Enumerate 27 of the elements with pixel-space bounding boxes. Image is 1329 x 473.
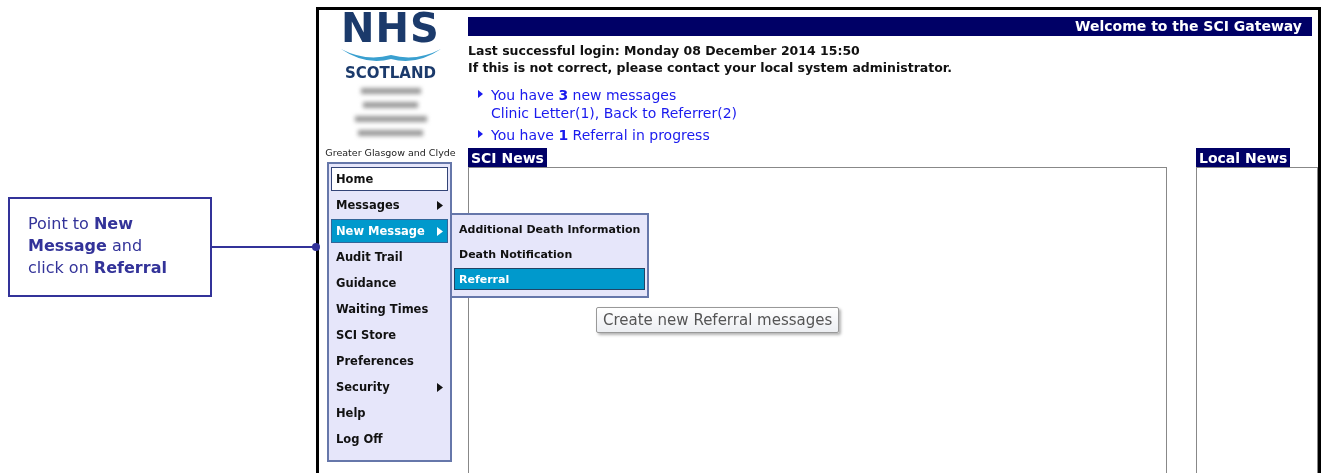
bullet-icon (478, 130, 483, 138)
logo-title: NHS (341, 10, 440, 46)
menu-item[interactable]: Messages (331, 193, 448, 217)
panel-title: Local News (1196, 148, 1291, 167)
tooltip: Create new Referral messages (596, 307, 840, 333)
menu-item[interactable]: Guidance (331, 271, 448, 295)
menu-item[interactable]: Preferences (331, 349, 448, 373)
header-bar: Welcome to the SCI Gateway (468, 17, 1312, 36)
instruction-callout: Point to New Message and click on Referral (8, 197, 212, 297)
menu-item[interactable]: Help (331, 401, 448, 425)
submenu-item[interactable]: Additional Death Information (454, 218, 646, 240)
menu-item[interactable]: Waiting Times (331, 297, 448, 321)
menu-item[interactable]: Audit Trail (331, 245, 448, 269)
notification-link[interactable]: You have 1 Referral in progress (491, 126, 710, 144)
bullet-icon (478, 90, 483, 98)
notification-link[interactable]: Clinic Letter(1), Back to Referrer(2) (491, 104, 738, 122)
submenu-item[interactable]: Death Notification (454, 243, 646, 265)
menu-item[interactable]: Security (331, 375, 448, 399)
notification-link[interactable]: You have 3 new messages (491, 86, 738, 104)
menu-item[interactable]: Home (331, 167, 448, 191)
logo-subtitle: SCOTLAND (345, 64, 436, 82)
login-notice: If this is not correct, please contact your local system administrator. (468, 59, 953, 76)
login-notice: Last successful login: Monday 08 December 2014 15:50 (468, 42, 861, 59)
health-board-label: Greater Glasgow and Clyde (325, 147, 456, 158)
panel-title: SCI News (468, 148, 547, 167)
menu-item[interactable]: SCI Store (331, 323, 448, 347)
menu-item[interactable]: Log Off (331, 427, 448, 451)
